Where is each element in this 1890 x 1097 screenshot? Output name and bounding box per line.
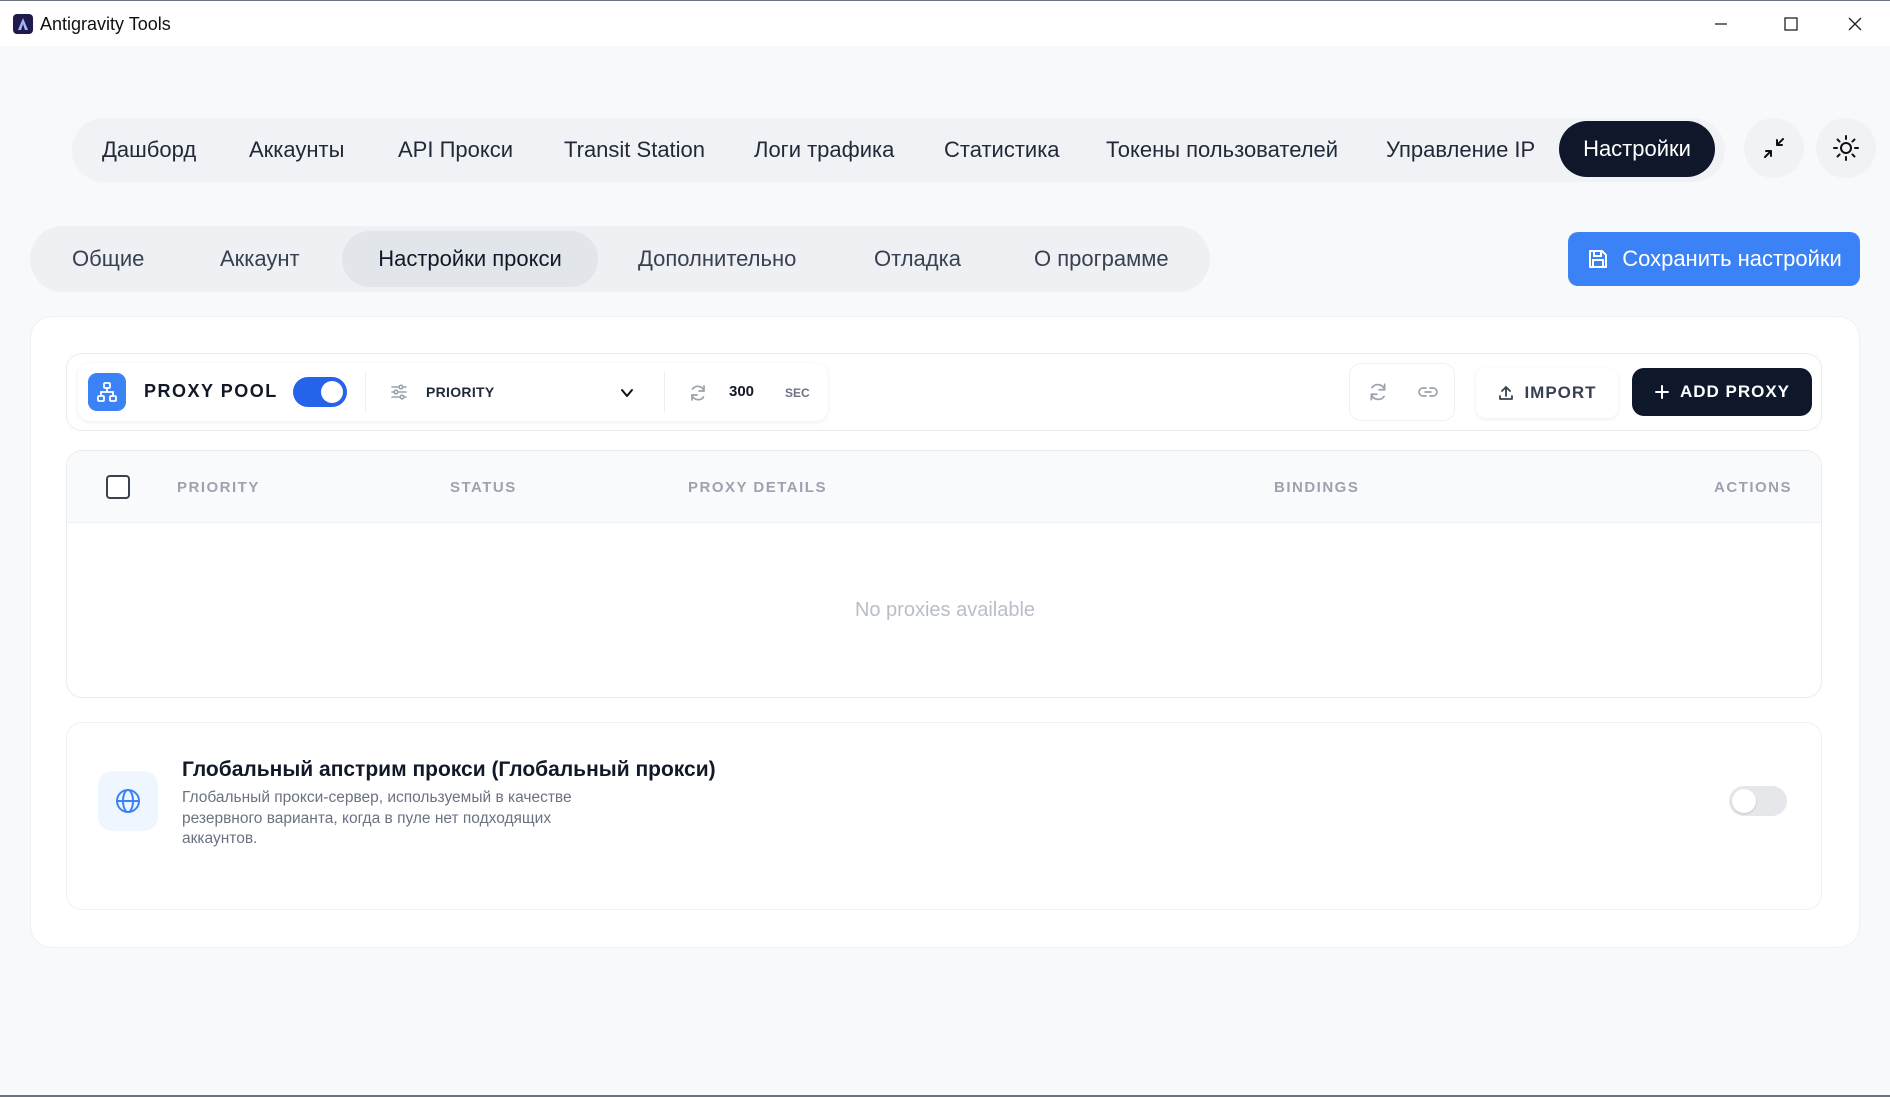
nav-item-user-tokens[interactable]: Токены пользователей <box>1106 118 1338 182</box>
proxy-pool-label: PROXY POOL <box>144 381 278 401</box>
settings-subtabs: Общие Аккаунт Настройки прокси Дополните… <box>30 226 1210 292</box>
divider <box>365 372 366 412</box>
mode-select[interactable]: PRIORITY <box>426 384 495 400</box>
tab-account[interactable]: Аккаунт <box>220 226 300 292</box>
theme-sun-icon <box>1833 135 1859 161</box>
global-proxy-description: Глобальный прокси-сервер, используемый в… <box>182 789 572 847</box>
select-all-checkbox[interactable] <box>106 475 130 499</box>
globe-icon <box>98 771 158 831</box>
maximize-icon[interactable] <box>1756 1 1826 47</box>
nav-item-api-proxy[interactable]: API Прокси <box>398 118 513 182</box>
nav-item-traffic-logs[interactable]: Логи трафика <box>754 118 894 182</box>
global-proxy-toggle[interactable] <box>1729 786 1787 816</box>
link-icon[interactable] <box>1417 381 1439 403</box>
column-priority[interactable]: PRIORITY <box>177 479 260 496</box>
tab-debug[interactable]: Отладка <box>874 226 961 292</box>
minimize-icon[interactable] <box>1686 1 1756 47</box>
interval-unit: SEC <box>785 386 810 400</box>
column-status[interactable]: STATUS <box>450 479 517 496</box>
close-icon[interactable] <box>1820 1 1890 47</box>
theme-toggle-button[interactable] <box>1816 118 1876 178</box>
proxy-pool-toggle[interactable] <box>293 377 347 407</box>
refresh-icon[interactable] <box>1367 381 1389 403</box>
network-icon <box>88 373 126 411</box>
proxy-table: PRIORITY STATUS PROXY DETAILS BINDINGS A… <box>66 450 1822 698</box>
divider <box>664 372 665 412</box>
title-bar: Antigravity Tools <box>0 0 1890 46</box>
import-button[interactable]: IMPORT <box>1476 368 1618 418</box>
collapse-button[interactable] <box>1744 118 1804 178</box>
nav-item-ip-management[interactable]: Управление IP <box>1386 118 1535 182</box>
upload-icon <box>1499 386 1514 400</box>
pool-action-icons <box>1349 363 1455 421</box>
tab-advanced[interactable]: Дополнительно <box>638 226 796 292</box>
import-label: IMPORT <box>1524 383 1597 402</box>
top-navigation: Дашборд Аккаунты API Прокси Transit Stat… <box>72 118 1725 182</box>
nav-item-dashboard[interactable]: Дашборд <box>102 118 196 182</box>
refresh-interval-icon <box>691 385 705 401</box>
nav-item-accounts[interactable]: Аккаунты <box>249 118 344 182</box>
save-icon <box>1589 250 1608 268</box>
nav-item-settings[interactable]: Настройки <box>1559 121 1715 177</box>
table-header: PRIORITY STATUS PROXY DETAILS BINDINGS A… <box>67 451 1821 523</box>
app-logo-icon <box>13 14 33 34</box>
toggle-knob <box>1732 789 1756 813</box>
global-proxy-title: Глобальный апстрим прокси (Глобальный пр… <box>182 758 716 781</box>
tab-proxy-settings[interactable]: Настройки прокси <box>342 231 598 287</box>
column-bindings[interactable]: BINDINGS <box>1274 479 1359 496</box>
add-proxy-label: ADD PROXY <box>1679 382 1791 401</box>
nav-item-transit-station[interactable]: Transit Station <box>564 118 705 182</box>
chevron-down-icon[interactable] <box>618 384 636 402</box>
save-settings-button[interactable]: Сохранить настройки <box>1568 232 1860 286</box>
empty-state-text: No proxies available <box>854 599 1036 621</box>
add-proxy-button[interactable]: ADD PROXY <box>1632 368 1812 416</box>
plus-icon <box>1654 385 1669 399</box>
column-proxy-details[interactable]: PROXY DETAILS <box>688 479 827 496</box>
column-actions: ACTIONS <box>1714 479 1792 496</box>
collapse-icon <box>1764 138 1784 158</box>
save-settings-label: Сохранить настройки <box>1622 246 1842 271</box>
window-title: Antigravity Tools <box>40 14 171 34</box>
nav-item-statistics[interactable]: Статистика <box>944 118 1060 182</box>
tab-about[interactable]: О программе <box>1034 226 1169 292</box>
toggle-knob <box>321 381 343 403</box>
sliders-icon <box>391 384 407 400</box>
interval-value[interactable]: 300 <box>729 383 754 400</box>
tab-general[interactable]: Общие <box>72 226 144 292</box>
